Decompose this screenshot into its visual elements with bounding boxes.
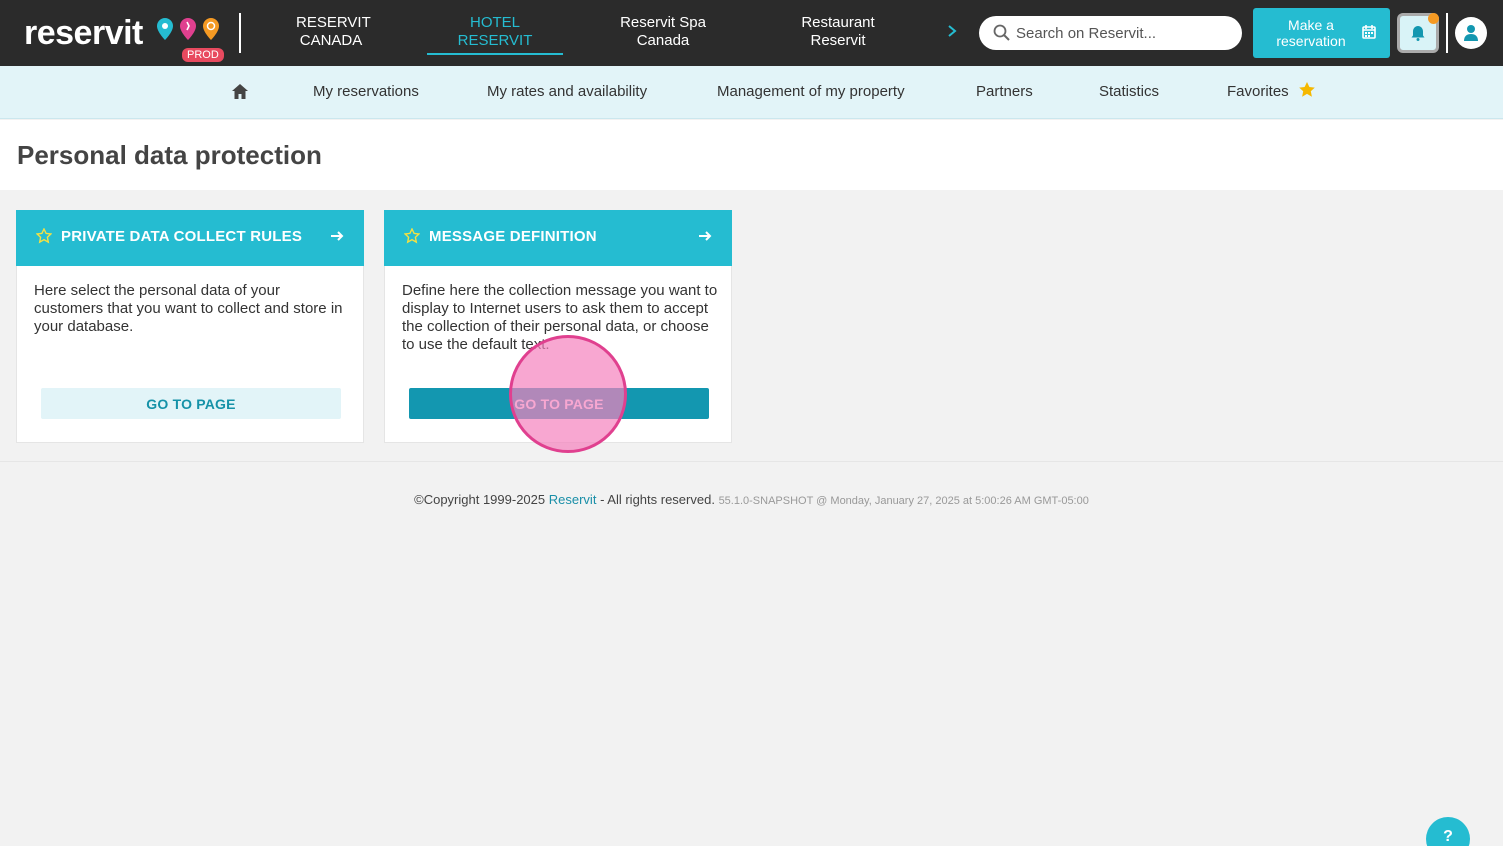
chevron-right-icon[interactable] — [944, 20, 960, 42]
search-input[interactable] — [1016, 16, 1236, 50]
card-title: MESSAGE DEFINITION — [429, 228, 597, 245]
star-icon — [1299, 82, 1315, 97]
subnav-my-reservations[interactable]: My reservations — [313, 83, 419, 100]
topbar-divider — [1446, 13, 1448, 53]
logo-text: reservit — [24, 14, 143, 52]
footer-version: 55.1.0-SNAPSHOT @ Monday, January 27, 20… — [718, 495, 1089, 507]
make-reservation-label: Make a reservation — [1265, 17, 1357, 49]
card-header[interactable]: PRIVATE DATA COLLECT RULES — [16, 210, 364, 266]
card-message-definition: MESSAGE DEFINITION Define here the colle… — [384, 210, 732, 443]
logo-pins-icon — [157, 18, 219, 40]
topnav-label: Restaurant — [801, 14, 875, 31]
footer-copyright: ©Copyright 1999-2025 — [414, 492, 546, 507]
make-reservation-line: reservation — [1276, 33, 1346, 49]
search-box — [979, 16, 1242, 50]
topnav-reservit-spa-canada[interactable]: Reservit Spa Canada — [612, 14, 714, 50]
card-description: Define here the collection message you w… — [402, 282, 718, 353]
notification-dot — [1428, 13, 1439, 24]
user-avatar[interactable] — [1455, 17, 1487, 49]
topnav-label: CANADA — [299, 32, 363, 49]
topnav-label: HOTEL — [469, 14, 520, 31]
arrow-right-icon[interactable] — [329, 228, 345, 244]
home-icon[interactable] — [231, 83, 249, 101]
topnav-hotel-reservit[interactable]: HOTEL RESERVIT — [427, 14, 563, 55]
footer: ©Copyright 1999-2025 Reservit - All righ… — [0, 492, 1503, 507]
go-to-page-button[interactable]: GO TO PAGE — [41, 388, 341, 419]
footer-brand-link[interactable]: Reservit — [549, 492, 597, 507]
env-badge: PROD — [182, 48, 224, 62]
topnav-reservit-canada[interactable]: RESERVIT CANADA — [296, 14, 371, 50]
subnav-property-management[interactable]: Management of my property — [717, 83, 905, 100]
card-description: Here select the personal data of your cu… — [34, 282, 343, 335]
subnav-statistics[interactable]: Statistics — [1099, 83, 1159, 100]
topnav-label: Reservit Spa — [620, 14, 706, 31]
subnav-favorites[interactable]: Favorites — [1227, 83, 1289, 100]
top-bar: reservit PROD RESERVIT CANADA HOTEL RESE… — [0, 0, 1503, 66]
arrow-right-icon[interactable] — [697, 228, 713, 244]
make-reservation-button[interactable]: Make a reservation — [1253, 8, 1390, 58]
bell-icon — [1411, 26, 1425, 41]
topnav-label: RESERVIT — [457, 32, 533, 49]
subnav-rates-availability[interactable]: My rates and availability — [487, 83, 647, 100]
page-header: Personal data protection — [0, 120, 1503, 190]
topnav-label: RESERVIT — [296, 14, 371, 31]
subnav-partners[interactable]: Partners — [976, 83, 1033, 100]
card-title: PRIVATE DATA COLLECT RULES — [61, 228, 303, 245]
star-outline-icon[interactable] — [404, 228, 420, 244]
user-icon — [1464, 25, 1478, 41]
footer-divider — [0, 461, 1503, 462]
topbar-divider — [239, 13, 241, 53]
topnav-label: Canada — [636, 32, 690, 49]
help-button[interactable]: ? — [1426, 817, 1470, 846]
secondary-nav: My reservations My rates and availabilit… — [0, 66, 1503, 119]
calendar-icon — [1362, 25, 1376, 39]
topnav-label: Reservit — [810, 32, 866, 49]
footer-rights: - All rights reserved. — [600, 492, 715, 507]
search-icon — [993, 24, 1010, 41]
card-header[interactable]: MESSAGE DEFINITION — [384, 210, 732, 266]
topnav-restaurant-reservit[interactable]: Restaurant Reservit — [794, 14, 882, 50]
card-private-data-collect-rules: PRIVATE DATA COLLECT RULES Here select t… — [16, 210, 364, 443]
star-outline-icon[interactable] — [36, 228, 52, 244]
page-title: Personal data protection — [17, 140, 322, 170]
go-to-page-button[interactable]: GO TO PAGE — [409, 388, 709, 419]
make-reservation-line: Make a — [1288, 17, 1334, 33]
